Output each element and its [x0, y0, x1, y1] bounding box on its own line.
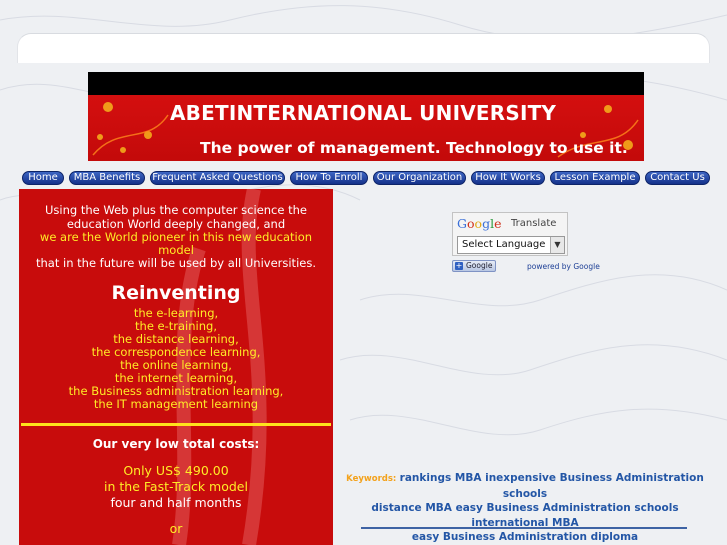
list-item: the e-training, [135, 319, 217, 333]
list-item: the Business administration learning, [68, 384, 284, 398]
language-select-value: Select Language [462, 239, 546, 250]
or-text: or [169, 521, 183, 536]
translate-label: Translate [511, 218, 557, 229]
powered-by-google-link[interactable]: powered by Google [527, 262, 600, 271]
nav-how-it-works[interactable]: How It Works [471, 171, 545, 185]
nav-home[interactable]: Home [22, 171, 64, 185]
list-item: the internet learning, [114, 371, 238, 385]
intro-line-3: we are the World pioneer in this new edu… [39, 230, 313, 244]
keywords-line-2: distance MBA easy Business Administratio… [371, 502, 679, 529]
nav-mba-benefits[interactable]: MBA Benefits [69, 171, 145, 185]
intro-line-2: education World deeply changed, and [66, 217, 286, 231]
google-translate-widget: Google Translate Select Language ▼ [452, 212, 568, 256]
list-item: the e-learning, [133, 306, 219, 320]
keywords-line-1: rankings MBA inexpensive Business Admini… [399, 472, 704, 500]
list-item: the distance learning, [113, 332, 239, 346]
university-title: ABETINTERNATIONAL UNIVERSITY [170, 101, 557, 125]
header-banner: ABETINTERNATIONAL UNIVERSITY The power o… [88, 72, 644, 161]
google-button-label: Google [466, 261, 493, 270]
page-card-top [17, 33, 710, 63]
duration-text: four and half months [110, 495, 242, 510]
plus-icon: + [455, 261, 463, 270]
main-nav: Home MBA Benefits Frequent Asked Questio… [0, 171, 727, 185]
google-share-button[interactable]: + Google [452, 260, 496, 272]
list-item: the correspondence learning, [91, 345, 261, 359]
keywords-divider [361, 527, 687, 529]
nav-lesson-example[interactable]: Lesson Example [550, 171, 640, 185]
list-item: the IT management learning [93, 397, 259, 411]
keywords-block: Keywords: rankings MBA inexpensive Busin… [340, 471, 710, 545]
nav-our-organization[interactable]: Our Organization [373, 171, 466, 185]
nav-how-to-enroll[interactable]: How To Enroll [290, 171, 368, 185]
list-item: the online learning, [120, 358, 232, 372]
intro-line-5: that in the future will be used by all U… [36, 256, 316, 270]
intro-line-4: model [158, 243, 194, 257]
promo-panel: Using the Web plus the computer science … [19, 189, 333, 545]
dropdown-arrow-icon: ▼ [550, 237, 564, 253]
university-slogan: The power of management. Technology to u… [200, 139, 628, 157]
google-logo: Google [457, 216, 502, 231]
nav-contact-us[interactable]: Contact Us [645, 171, 710, 185]
price-text: Only US$ 490.00 [123, 463, 229, 478]
language-select[interactable]: Select Language ▼ [457, 236, 565, 254]
fast-track-text: in the Fast-Track model [104, 479, 248, 494]
reinventing-heading: Reinventing [111, 282, 241, 304]
keywords-label: Keywords: [346, 474, 397, 484]
keywords-line-3: easy Business Administration diploma [411, 531, 639, 543]
panel-divider [21, 423, 331, 426]
costs-heading: Our very low total costs: [92, 437, 260, 451]
intro-line-1: Using the Web plus the computer science … [45, 203, 307, 217]
nav-faq[interactable]: Frequent Asked Questions [150, 171, 285, 185]
